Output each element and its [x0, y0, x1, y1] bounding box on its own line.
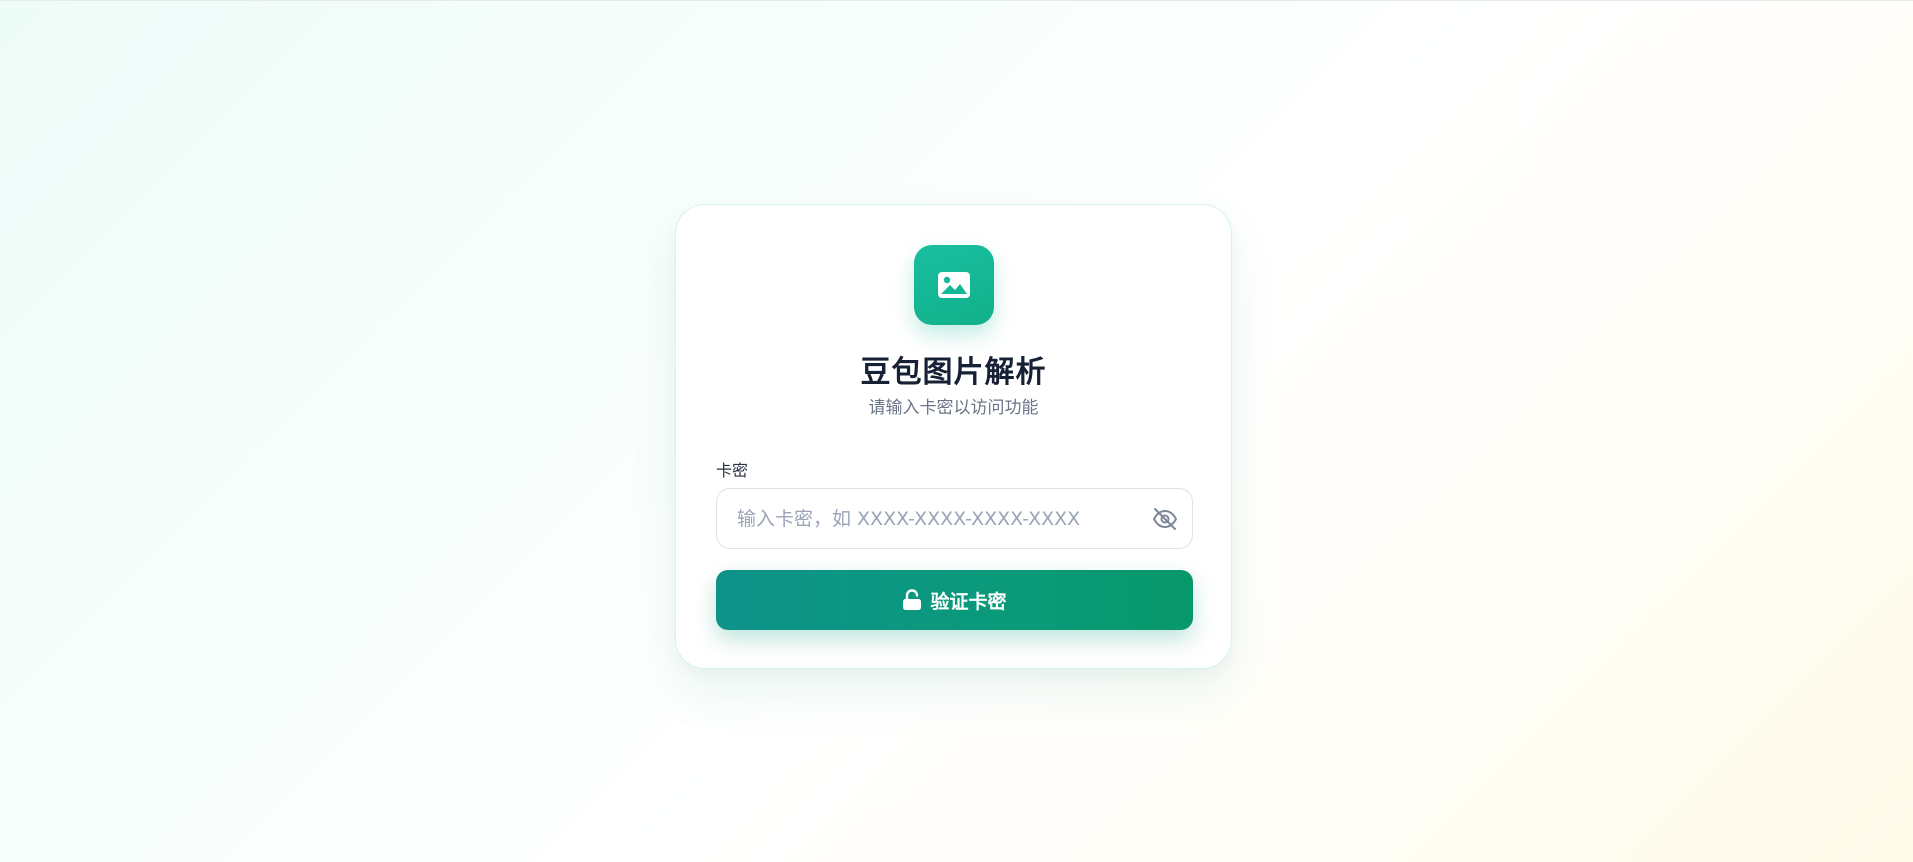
eye-off-icon [1153, 508, 1177, 530]
toggle-visibility-button[interactable] [1152, 506, 1178, 532]
login-card: 豆包图片解析 请输入卡密以访问功能 卡密 验证卡密 [675, 204, 1232, 669]
page-title: 豆包图片解析 [860, 355, 1047, 390]
card-key-label: 卡密 [716, 461, 749, 480]
page-subtitle: 请输入卡密以访问功能 [868, 398, 1039, 418]
card-key-input[interactable] [717, 489, 1137, 548]
verify-button[interactable]: 验证卡密 [716, 570, 1193, 630]
card-key-field [716, 488, 1193, 549]
top-border [0, 0, 1913, 1]
image-icon [938, 272, 970, 298]
app-logo [914, 245, 994, 325]
lock-open-icon [903, 589, 922, 610]
verify-button-label: 验证卡密 [930, 590, 1007, 613]
